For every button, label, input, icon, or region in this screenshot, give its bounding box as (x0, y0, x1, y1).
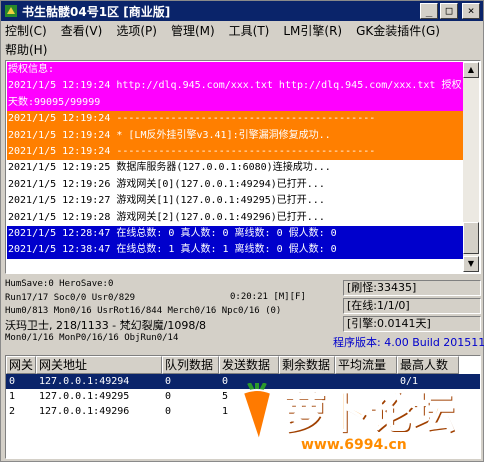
close-button[interactable]: × (462, 3, 480, 19)
main-window: 书生骷髅04号1区 [商业版] _ □ × 控制(C) 查看(V) 选项(P) 管理(… (0, 0, 484, 462)
log-line: 天数:99095/99999 (7, 94, 463, 112)
log-line: 2021/1/5 12:19:28 游戏网关[2](127.0.0.1:4929… (8, 211, 325, 223)
table-cell (279, 389, 335, 404)
log-line: 2021/1/5 12:38:47 在线总数: 1 真人数: 1 离线数: 0 … (7, 242, 463, 259)
log-line: 2021/1/5 12:19:24 http://dlq.945.com/xxx… (7, 78, 463, 95)
table-cell: 1 (222, 406, 229, 417)
maximize-button[interactable]: □ (440, 3, 458, 19)
menu-item-row1-3[interactable]: 管理(M) (171, 22, 215, 39)
table-cell (335, 404, 397, 419)
column-header[interactable]: 网关地址 (36, 356, 162, 374)
log-panel[interactable]: 授权信息: 2021/1/5 12:19:24 http://dlq.945.co… (5, 60, 481, 274)
table-cell (279, 404, 335, 419)
refresh-count: [刷怪:33435] (343, 280, 481, 296)
column-header[interactable]: 平均流量 (335, 356, 397, 374)
log-line: 2021/1/5 12:19:25 数据库服务器(127.0.0.1:6080)… (8, 162, 331, 174)
stat-mon: Mon0/1/16 MonP0/16/16 ObjRun0/14 (5, 333, 179, 344)
table-cell: 2 (9, 406, 16, 417)
log-line: 2021/1/5 12:19:24 ----------------------… (7, 143, 463, 161)
stat-save: HumSave:0 HeroSave:0 (5, 279, 114, 289)
menu-item-row2-0[interactable]: 帮助(H) (5, 41, 47, 58)
stat-monster: 沃玛卫士, 218/1133 - 梵幻裂魔/1098/8 (5, 318, 207, 332)
table-row[interactable]: 1 127.0.0.1:49295 0 5 (6, 389, 480, 404)
table-row[interactable]: 2 127.0.0.1:49296 0 1 (6, 404, 480, 419)
menu-item-row1-5[interactable]: LM引擎(R) (283, 22, 342, 39)
table-cell: 1 (9, 391, 16, 402)
version-label: 程序版本: 4.00 Build 20151104 (333, 336, 484, 349)
engine-time: [引擎:0.0141天] (343, 316, 481, 332)
scroll-thumb[interactable] (463, 222, 479, 254)
table-cell (397, 389, 459, 404)
table-cell: 5 (222, 391, 229, 402)
window-title: 书生骷髅04号1区 [商业版] (22, 4, 171, 19)
table-cell: 0 (165, 391, 172, 402)
table-cell: 0/1 (400, 376, 419, 387)
menu-item-row1-6[interactable]: GK金装插件(G) (356, 22, 440, 39)
log-line: 2021/1/5 12:19:27 游戏网关[1](127.0.0.1:4929… (8, 195, 325, 207)
minimize-button[interactable]: _ (420, 3, 438, 19)
online-count: [在线:1/1/0] (343, 298, 481, 314)
log-line: 2021/1/5 12:19:26 游戏网关[0](127.0.0.1:4929… (8, 178, 325, 190)
column-header[interactable]: 剩余数据 (279, 356, 335, 374)
log-line: 2021/1/5 12:19:24 ----------------------… (7, 111, 463, 128)
table-cell (279, 374, 335, 389)
table-cell: 127.0.0.1:49295 (39, 391, 130, 402)
column-header[interactable]: 最高人数 (397, 356, 459, 374)
menu-item-row1-1[interactable]: 查看(V) (61, 22, 103, 39)
menu-item-row1-0[interactable]: 控制(C) (5, 22, 47, 39)
log-line: 2021/1/5 12:19:24 * [LM反外挂引擎v3.41]:引擎漏洞修… (7, 127, 463, 144)
table-cell: 127.0.0.1:49296 (39, 406, 130, 417)
table-cell (397, 404, 459, 419)
stat-run: Run17/17 Soc0/0 Usr0/829 (5, 292, 136, 303)
column-header[interactable]: 网关 (6, 356, 36, 374)
table-cell (335, 389, 397, 404)
column-header[interactable]: 发送数据 (219, 356, 279, 374)
menu-item-row1-2[interactable]: 选项(P) (116, 22, 157, 39)
gateway-table[interactable]: 网关 网关地址 队列数据 发送数据 剩余数据 平均流量 最高人数 0 127.0.0.1:49… (5, 355, 481, 459)
menu-bar: 控制(C) 查看(V) 选项(P) 管理(M) 工具(T) LM引擎(R) GK金装插件(G… (1, 21, 483, 59)
menu-item-row1-4[interactable]: 工具(T) (229, 22, 270, 39)
log-line: 2021/1/5 12:28:47 在线总数: 0 真人数: 0 离线数: 0 … (7, 225, 463, 243)
stat-hum: Hum0/813 Mon0/16 UsrRot16/844 Merch0/16 … (5, 306, 282, 317)
table-cell (335, 374, 397, 389)
log-line: 授权信息: (7, 62, 463, 79)
stat-time: 0:20:21 [M][F] (230, 291, 306, 302)
title-bar[interactable]: 书生骷髅04号1区 [商业版] _ □ × (1, 1, 483, 21)
table-row[interactable]: 0 127.0.0.1:49294 0 0 0/1 (6, 374, 480, 389)
table-cell: 0 (222, 376, 229, 387)
table-cell: 0 (165, 406, 172, 417)
table-cell: 127.0.0.1:49294 (39, 376, 130, 387)
app-icon[interactable] (4, 4, 18, 18)
scroll-down-icon[interactable]: ▼ (463, 256, 479, 272)
table-cell: 0 (165, 376, 172, 387)
table-cell: 0 (9, 376, 16, 387)
stats-panel: HumSave:0 HeroSave:0 Run17/17 Soc0/0 Usr… (5, 278, 365, 346)
log-scrollbar[interactable]: ▲ ▼ (463, 62, 479, 272)
column-header[interactable]: 队列数据 (162, 356, 219, 374)
scroll-up-icon[interactable]: ▲ (463, 62, 479, 78)
